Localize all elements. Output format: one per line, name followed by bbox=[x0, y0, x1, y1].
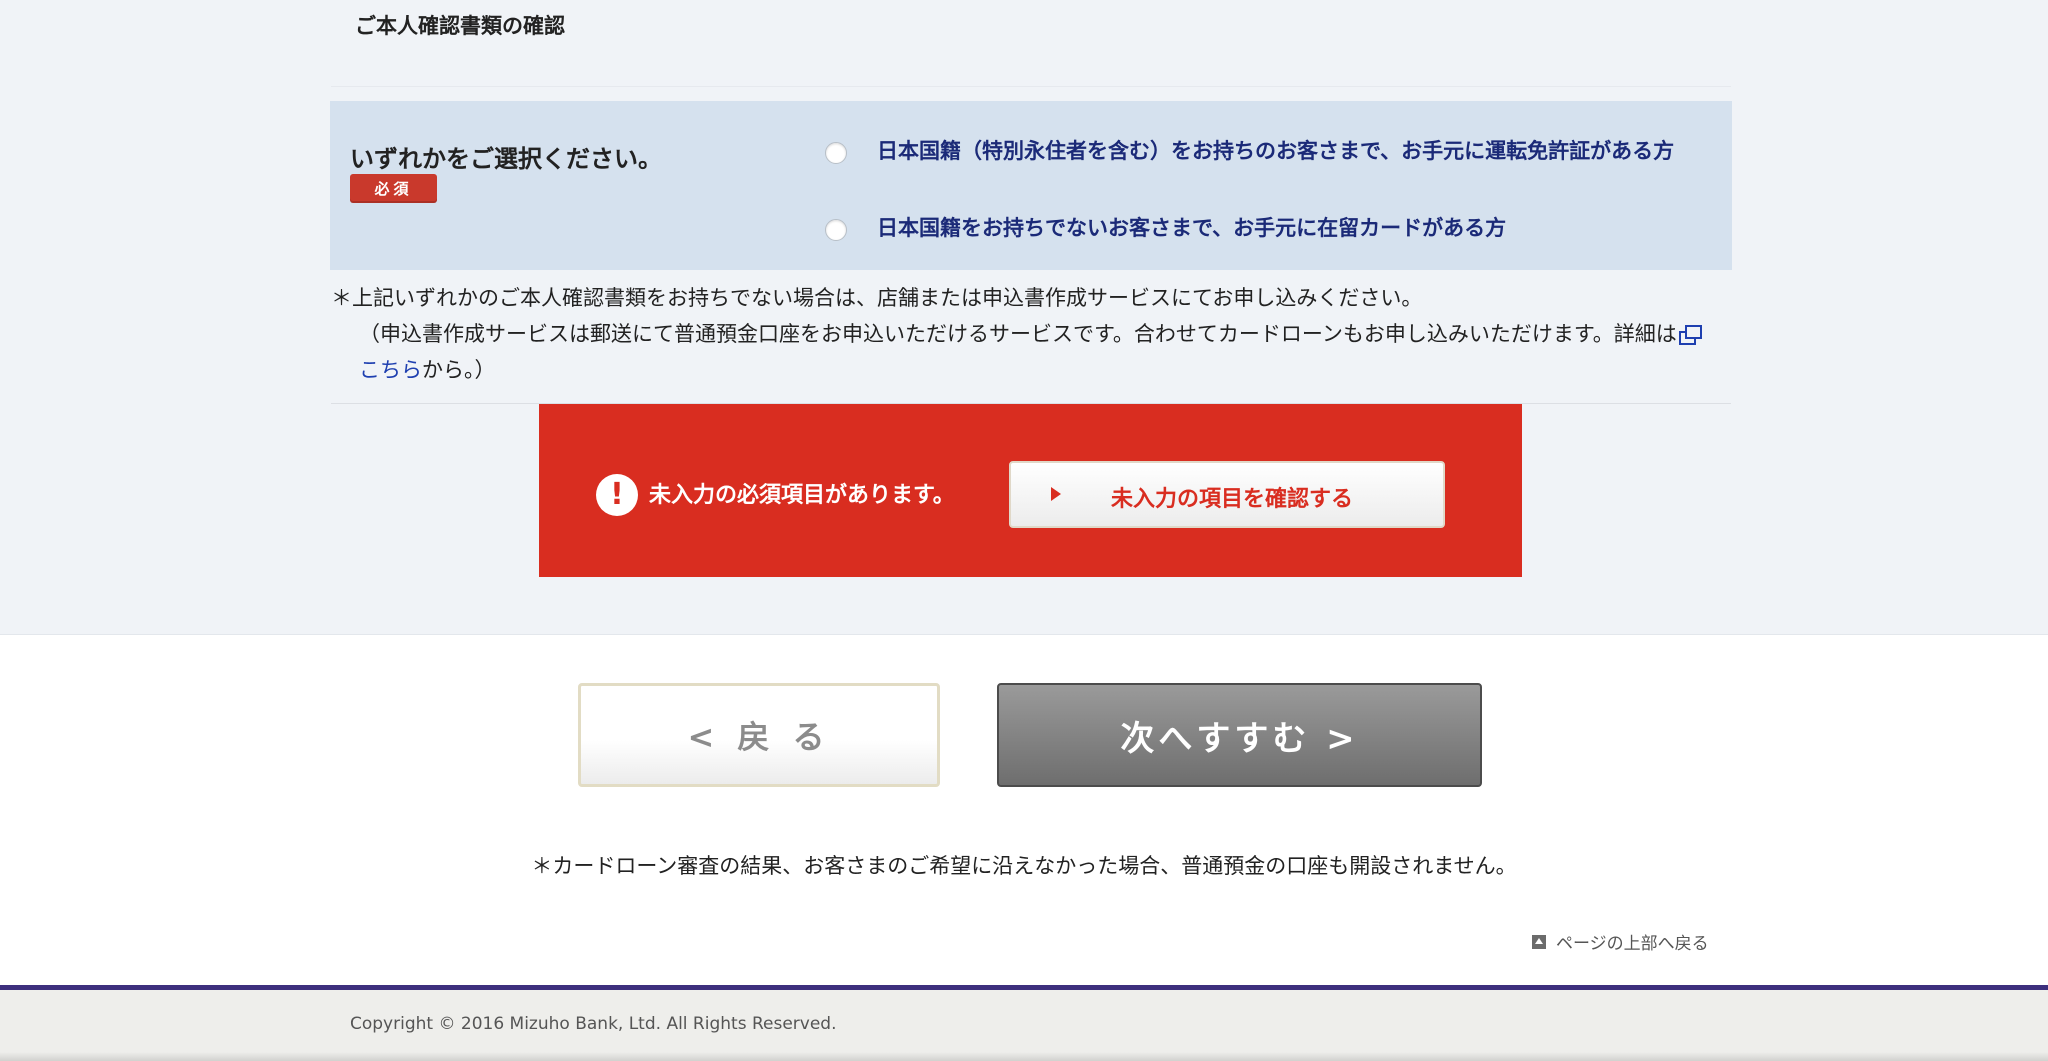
note-line: （申込書作成サービスは郵送にて普通預金口座をお申込いただけるサービスです。合わせ… bbox=[331, 316, 1721, 388]
option-foreign-nationality[interactable]: 日本国籍をお持ちでないお客さまで、お手元に在留カードがある方 bbox=[825, 215, 1705, 248]
button-label: 未入力の項目を確認する bbox=[1111, 487, 1354, 512]
error-banner: ! 未入力の必須項目があります。 未入力の項目を確認する bbox=[539, 404, 1522, 577]
option-label[interactable]: 日本国籍をお持ちでないお客さまで、お手元に在留カードがある方 bbox=[877, 209, 1506, 248]
next-button[interactable]: 次へすすむ > bbox=[997, 683, 1482, 787]
note-text: から。） bbox=[422, 358, 496, 382]
form-area: ご本人確認書類の確認 いずれかをご選択ください。 必須 日本国籍（特別永住者を含… bbox=[0, 0, 2048, 635]
footnote: ＊カードローン審査の結果、お客さまのご希望に沿えなかった場合、普通預金の口座も開… bbox=[531, 854, 1517, 878]
back-to-top-label[interactable]: ページの上部へ戻る bbox=[1556, 929, 1709, 954]
copyright: Copyright © 2016 Mizuho Bank, Ltd. All R… bbox=[350, 1014, 837, 1034]
back-button[interactable]: < 戻 る bbox=[578, 683, 940, 787]
error-message: 未入力の必須項目があります。 bbox=[649, 483, 955, 508]
arrow-up-icon bbox=[1532, 934, 1546, 949]
check-missing-fields-button[interactable]: 未入力の項目を確認する bbox=[1009, 461, 1445, 528]
id-document-selection: いずれかをご選択ください。 必須 日本国籍（特別永住者を含む）をお持ちのお客さま… bbox=[330, 101, 1732, 270]
external-window-icon bbox=[1678, 325, 1702, 345]
footer: Copyright © 2016 Mizuho Bank, Ltd. All R… bbox=[0, 990, 2048, 1061]
divider bbox=[331, 86, 1731, 87]
note-line: ＊上記いずれかのご本人確認書類をお持ちでない場合は、店舗または申込書作成サービス… bbox=[331, 286, 1423, 310]
radio-button[interactable] bbox=[825, 219, 847, 241]
radio-button[interactable] bbox=[825, 142, 847, 164]
option-japanese-nationality[interactable]: 日本国籍（特別永住者を含む）をお持ちのお客さまで、お手元に運転免許証がある方 bbox=[825, 138, 1705, 171]
footer-shadow bbox=[0, 1052, 2048, 1061]
exclamation-icon: ! bbox=[596, 474, 638, 516]
option-label[interactable]: 日本国籍（特別永住者を含む）をお持ちのお客さまで、お手元に運転免許証がある方 bbox=[877, 132, 1674, 171]
selection-label: いずれかをご選択ください。 bbox=[350, 145, 662, 173]
play-icon bbox=[1051, 487, 1061, 501]
notes: ＊上記いずれかのご本人確認書類をお持ちでない場合は、店舗または申込書作成サービス… bbox=[331, 280, 1721, 388]
note-text: （申込書作成サービスは郵送にて普通預金口座をお申込いただけるサービスです。合わせ… bbox=[359, 322, 1677, 346]
back-to-top-link[interactable]: ページの上部へ戻る bbox=[1532, 929, 1709, 954]
section-title: ご本人確認書類の確認 bbox=[355, 14, 565, 38]
details-link[interactable]: こちら bbox=[359, 358, 422, 382]
required-badge: 必須 bbox=[350, 174, 437, 203]
